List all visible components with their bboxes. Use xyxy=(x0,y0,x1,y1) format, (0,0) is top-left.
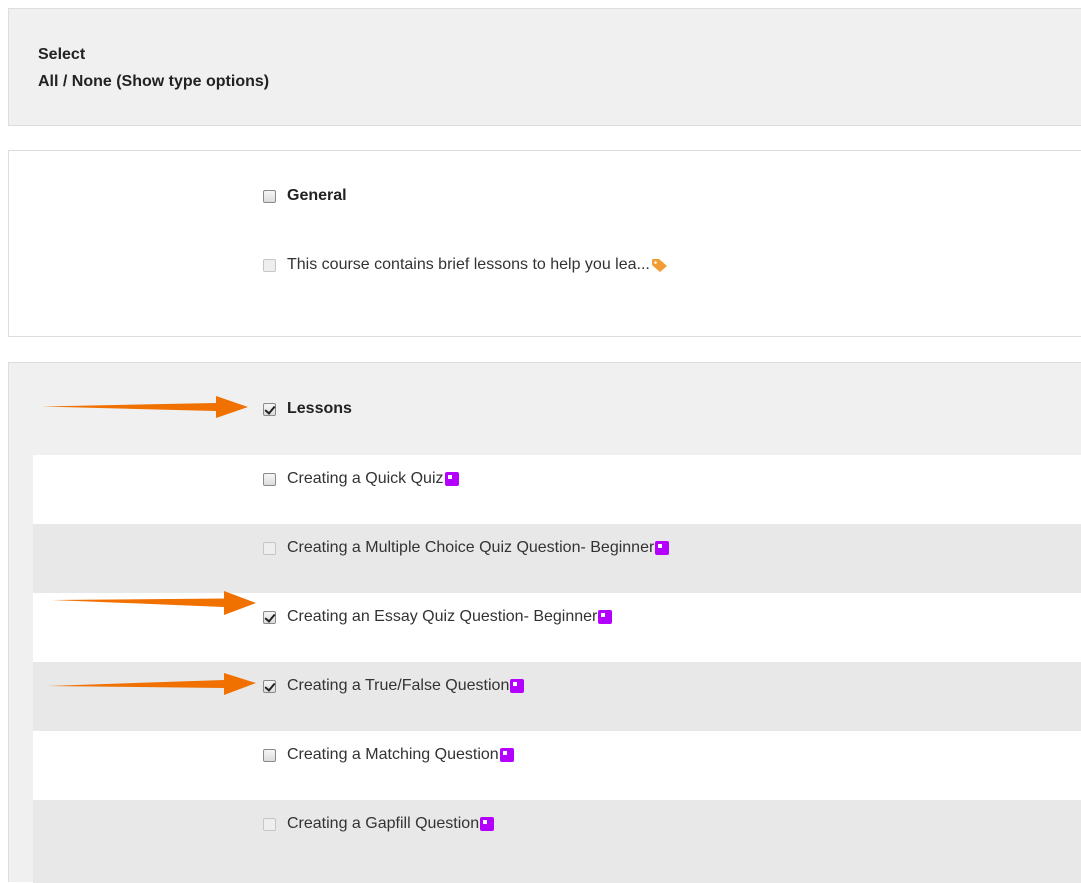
general-item-course-intro[interactable]: This course contains brief lessons to he… xyxy=(263,254,668,276)
true-false-checkbox[interactable] xyxy=(263,679,276,693)
select-title: Select xyxy=(38,46,86,63)
quick-quiz-checkbox[interactable] xyxy=(263,472,276,486)
multiple-choice-checkbox[interactable] xyxy=(263,541,276,555)
gapfill-checkbox[interactable] xyxy=(263,817,276,831)
annotation-arrow-icon xyxy=(48,673,256,695)
lesson-icon xyxy=(598,610,613,624)
lesson-item-quick-quiz[interactable]: Creating a Quick Quiz xyxy=(263,468,459,490)
select-panel: Select All / None (Show type options) xyxy=(8,8,1081,126)
lesson-item-essay[interactable]: Creating an Essay Quiz Question- Beginne… xyxy=(263,606,613,628)
course-intro-label: This course contains brief lessons to he… xyxy=(287,256,650,273)
lesson-item-matching[interactable]: Creating a Matching Question xyxy=(263,744,514,766)
list-item: Creating a Matching Question xyxy=(33,731,1081,800)
general-checkbox[interactable] xyxy=(263,189,276,203)
general-section: General This course contains brief lesso… xyxy=(8,150,1081,337)
general-section-header[interactable]: General xyxy=(263,185,347,207)
lesson-label: Creating a Gapfill Question xyxy=(287,815,480,832)
matching-checkbox[interactable] xyxy=(263,748,276,762)
list-item: Creating a Quick Quiz xyxy=(33,455,1081,524)
lessons-section-header[interactable]: Lessons xyxy=(263,398,352,420)
lesson-item-multiple-choice[interactable]: Creating a Multiple Choice Quiz Question… xyxy=(263,537,670,559)
list-item: Creating a Multiple Choice Quiz Question… xyxy=(33,524,1081,593)
select-all-none-options[interactable]: All / None (Show type options) xyxy=(38,73,269,91)
list-item: Creating a Gapfill Question xyxy=(33,800,1081,883)
annotation-arrow-icon xyxy=(52,591,256,615)
lessons-label: Lessons xyxy=(287,400,352,417)
lesson-label: Creating a Multiple Choice Quiz Question… xyxy=(287,539,655,556)
tag-icon xyxy=(651,258,667,272)
general-label: General xyxy=(287,187,347,204)
course-intro-checkbox[interactable] xyxy=(263,258,276,272)
lesson-icon xyxy=(499,748,514,762)
lesson-label: Creating a Quick Quiz xyxy=(287,470,444,487)
annotation-arrow-icon xyxy=(42,396,248,418)
lessons-checkbox[interactable] xyxy=(263,402,276,416)
lesson-icon xyxy=(480,817,495,831)
lesson-label: Creating a True/False Question xyxy=(287,677,510,694)
lesson-label: Creating a Matching Question xyxy=(287,746,499,763)
lessons-section: Lessons Creating a Quick Quiz Creating a… xyxy=(8,362,1081,883)
lesson-icon xyxy=(444,472,459,486)
lesson-label: Creating an Essay Quiz Question- Beginne… xyxy=(287,608,598,625)
lesson-icon xyxy=(510,679,525,693)
lesson-item-true-false[interactable]: Creating a True/False Question xyxy=(263,675,525,697)
lesson-icon xyxy=(655,541,670,555)
essay-checkbox[interactable] xyxy=(263,610,276,624)
lesson-item-gapfill[interactable]: Creating a Gapfill Question xyxy=(263,813,495,835)
